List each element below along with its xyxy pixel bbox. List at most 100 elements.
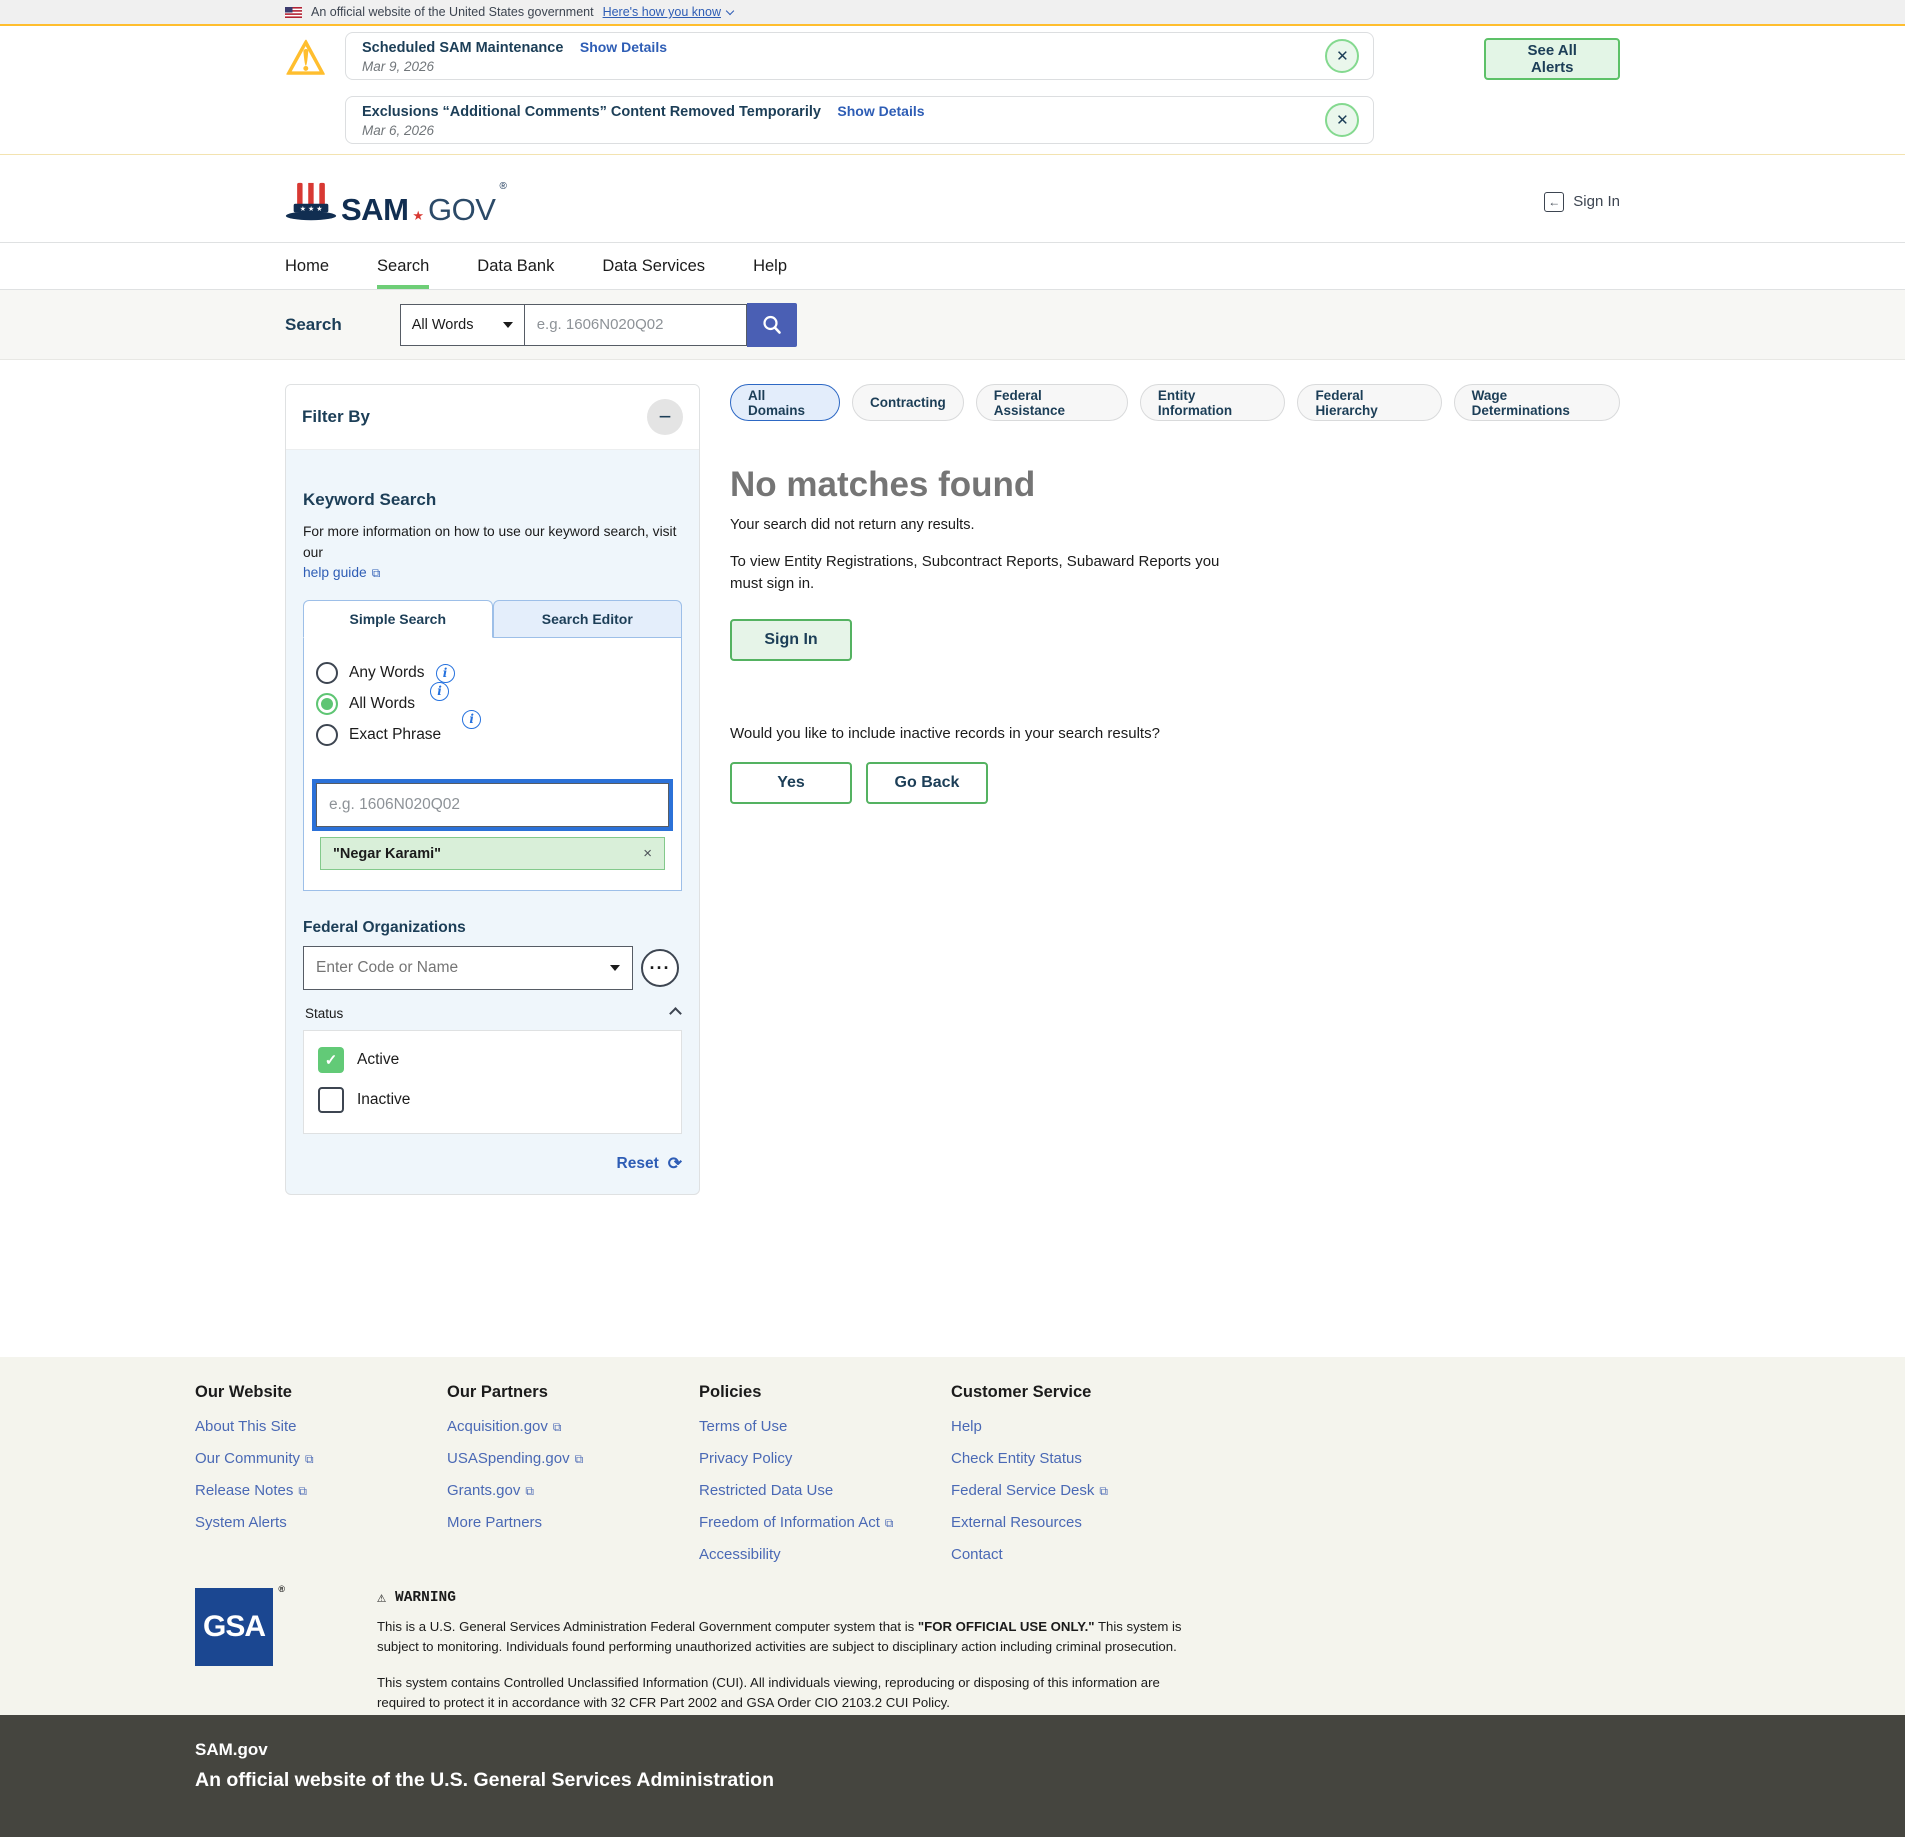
domain-pill-wage-determinations[interactable]: Wage Determinations [1454, 384, 1620, 421]
banner-text: An official website of the United States… [311, 5, 594, 19]
help-guide-link[interactable]: help guide [303, 565, 380, 580]
radio-exact-phrase[interactable] [316, 724, 338, 746]
nav-item-search[interactable]: Search [377, 243, 429, 289]
domain-pill-contracting[interactable]: Contracting [852, 384, 964, 421]
yes-button[interactable]: Yes [730, 762, 852, 804]
domain-pill-all-domains[interactable]: All Domains [730, 384, 840, 421]
keyword-search-title: Keyword Search [303, 490, 682, 510]
info-icon[interactable]: i [436, 664, 455, 683]
footer-link-contact[interactable]: Contact [951, 1546, 1203, 1563]
footer-link-check-entity-status[interactable]: Check Entity Status [951, 1450, 1203, 1467]
how-you-know-label: Here's how you know [603, 5, 721, 19]
footer-link-terms-of-use[interactable]: Terms of Use [699, 1418, 951, 1435]
checkbox-inactive[interactable] [318, 1087, 344, 1113]
org-more-options-button[interactable] [641, 949, 679, 987]
sign-in-button[interactable]: Sign In [730, 619, 852, 661]
footer-link-help[interactable]: Help [951, 1418, 1203, 1435]
go-back-button[interactable]: Go Back [866, 762, 988, 804]
footer-link-more-partners[interactable]: More Partners [447, 1514, 699, 1531]
footer-link-system-alerts[interactable]: System Alerts [195, 1514, 447, 1531]
how-you-know-link[interactable]: Here's how you know [603, 5, 733, 19]
footer-column-policies: Policies Terms of Use Privacy Policy Res… [699, 1383, 951, 1578]
domain-pill-entity-information[interactable]: Entity Information [1140, 384, 1286, 421]
footer-link-privacy-policy[interactable]: Privacy Policy [699, 1450, 951, 1467]
federal-organizations-combobox[interactable]: Enter Code or Name [303, 946, 633, 990]
nav-item-help[interactable]: Help [753, 243, 787, 289]
alert-close-button[interactable] [1325, 39, 1359, 73]
nav-item-home[interactable]: Home [285, 243, 329, 289]
identity-footer: SAM.gov An official website of the U.S. … [0, 1715, 1905, 1837]
footer-link-release-notes[interactable]: Release Notes [195, 1482, 447, 1499]
domain-pill-federal-assistance[interactable]: Federal Assistance [976, 384, 1128, 421]
sam-gov-logo[interactable]: ★ ★ ★ SAMGOV ® [285, 179, 507, 225]
footer-column-our-website: Our Website About This Site Our Communit… [195, 1383, 447, 1578]
see-all-alerts-button[interactable]: See All Alerts [1484, 38, 1620, 80]
search-mode-value: All Words [412, 317, 474, 333]
footer-link-usaspending-gov[interactable]: USASpending.gov [447, 1450, 699, 1467]
info-icon[interactable]: i [430, 682, 449, 701]
footer-link-grants-gov[interactable]: Grants.gov [447, 1482, 699, 1499]
warning-paragraph-2: This system contains Controlled Unclassi… [377, 1673, 1192, 1714]
warning-triangle-icon [377, 1588, 386, 1607]
tab-search-editor[interactable]: Search Editor [493, 600, 683, 638]
alert-title: Scheduled SAM Maintenance [362, 40, 563, 56]
warning-block: WARNING This is a U.S. General Services … [377, 1588, 1192, 1714]
collapse-filters-button[interactable] [647, 399, 683, 435]
gsa-logo: GSA ® [195, 1588, 273, 1666]
nav-item-data-services[interactable]: Data Services [602, 243, 705, 289]
footer-link-federal-service-desk[interactable]: Federal Service Desk [951, 1482, 1203, 1499]
search-submit-button[interactable] [747, 303, 797, 347]
footer-link-acquisition-gov[interactable]: Acquisition.gov [447, 1418, 699, 1435]
logo-registered-mark: ® [499, 181, 506, 192]
footer-heading: Customer Service [951, 1383, 1203, 1402]
search-mode-select[interactable]: All Words [400, 304, 525, 346]
checkbox-active[interactable] [318, 1047, 344, 1073]
footer-link-restricted-data-use[interactable]: Restricted Data Use [699, 1482, 951, 1499]
federal-organizations-title: Federal Organizations [303, 919, 682, 937]
gov-banner: An official website of the United States… [0, 0, 1905, 26]
no-matches-title: No matches found [730, 465, 1620, 505]
footer-heading: Our Website [195, 1383, 447, 1402]
footer-link-about-this-site[interactable]: About This Site [195, 1418, 447, 1435]
uncle-sam-hat-icon: ★ ★ ★ [285, 179, 337, 225]
warning-triangle-icon [285, 32, 326, 84]
us-flag-icon [285, 7, 302, 18]
chevron-up-icon[interactable] [669, 1007, 682, 1020]
main-search-input[interactable] [525, 304, 747, 346]
status-label: Status [305, 1006, 343, 1021]
footer-column-customer-service: Customer Service Help Check Entity Statu… [951, 1383, 1203, 1578]
page-footer: Our Website About This Site Our Communit… [0, 1357, 1905, 1715]
chip-remove-icon[interactable]: × [643, 845, 652, 862]
tab-simple-search[interactable]: Simple Search [303, 600, 493, 638]
show-details-link[interactable]: Show Details [837, 103, 924, 119]
dropdown-arrow-icon [610, 965, 620, 971]
content-area: Filter By Keyword Search For more inform… [0, 360, 1905, 1357]
alert-card-maintenance: Scheduled SAM Maintenance Show Details M… [345, 32, 1374, 80]
show-details-link[interactable]: Show Details [580, 39, 667, 55]
domain-pill-federal-hierarchy[interactable]: Federal Hierarchy [1297, 384, 1441, 421]
org-combobox-placeholder: Enter Code or Name [316, 959, 458, 977]
info-icon[interactable]: i [462, 710, 481, 729]
alert-close-button[interactable] [1325, 103, 1359, 137]
logo-gov-text: GOV [428, 194, 495, 225]
keyword-search-input[interactable] [316, 783, 669, 827]
sign-in-arrow-icon [1544, 192, 1564, 212]
footer-link-foia[interactable]: Freedom of Information Act [699, 1514, 951, 1531]
no-matches-subtitle: Your search did not return any results. [730, 517, 1620, 533]
footer-link-external-resources[interactable]: External Resources [951, 1514, 1203, 1531]
footer-link-accessibility[interactable]: Accessibility [699, 1546, 951, 1563]
footer-official-subtitle: An official website of the U.S. General … [195, 1769, 1905, 1792]
footer-link-our-community[interactable]: Our Community [195, 1450, 447, 1467]
search-icon [761, 314, 783, 336]
dropdown-arrow-icon [503, 322, 513, 328]
include-inactive-question: Would you like to include inactive recor… [730, 725, 1620, 742]
search-bar-section: Search All Words [0, 290, 1905, 360]
simple-search-panel: Any Words i All Words i Exact Phrase i [303, 638, 682, 891]
alerts-section: Scheduled SAM Maintenance Show Details M… [0, 26, 1905, 155]
radio-all-words[interactable] [316, 693, 338, 715]
header-sign-in-link[interactable]: Sign In [1544, 192, 1620, 212]
nav-item-data-bank[interactable]: Data Bank [477, 243, 554, 289]
reset-filters-link[interactable]: Reset [303, 1154, 682, 1178]
site-header: ★ ★ ★ SAMGOV ® Sign In [0, 155, 1905, 242]
radio-any-words[interactable] [316, 662, 338, 684]
